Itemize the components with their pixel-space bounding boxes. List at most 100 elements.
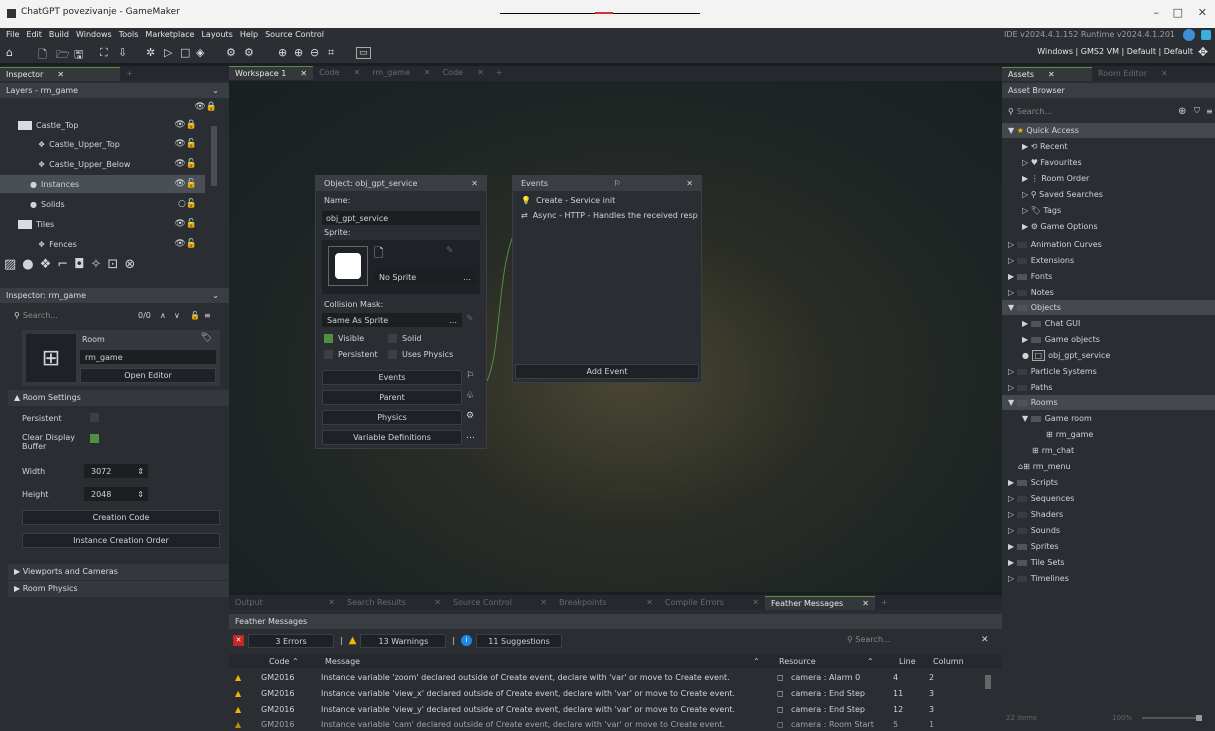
group-tile-sets[interactable]: ▶ Tile Sets (1002, 555, 1215, 570)
event-create[interactable]: 💡 Create - Service init (521, 196, 699, 205)
qa-game-options[interactable]: ▶ ⚙ Game Options (1002, 219, 1215, 234)
height-field[interactable]: 2048 ⇕ (84, 487, 148, 501)
maximize-button[interactable]: □ (1173, 6, 1183, 19)
room-settings-header[interactable]: ▲ Room Settings (8, 390, 229, 406)
asset-rm-menu[interactable]: ⌂ ⊞ rm_menu (1002, 459, 1215, 474)
asset-rm-game[interactable]: ⊞ rm_game (1002, 427, 1215, 442)
close-icon[interactable]: ✕ (300, 69, 307, 78)
tab-breakpoints[interactable]: Breakpoints ✕ (553, 596, 659, 610)
uses-physics-checkbox[interactable]: Uses Physics (388, 350, 453, 359)
zoom-reset-icon[interactable]: ⊕ (294, 46, 303, 59)
more-icon[interactable]: … (449, 316, 457, 325)
asset-rm-chat[interactable]: ⊞ rm_chat (1002, 443, 1215, 458)
zoom-slider[interactable] (1142, 715, 1202, 721)
add-event-button[interactable]: Add Event (515, 364, 699, 379)
edit-sprite-icon[interactable]: ✎ (446, 246, 454, 256)
tab-code-2[interactable]: Code ✕ (437, 66, 490, 80)
menu-layouts[interactable]: Layouts (201, 30, 232, 39)
room-physics-header[interactable]: ▶ Room Physics (8, 581, 229, 597)
qa-recent[interactable]: ▶ ⟲ Recent (1002, 139, 1215, 154)
warnings-filter[interactable]: 13 Warnings (360, 633, 447, 648)
tab-compile-errors[interactable]: Compile Errors ✕ (659, 596, 765, 610)
close-icon[interactable]: ✕ (646, 598, 653, 608)
menu-edit[interactable]: Edit (26, 30, 42, 39)
asset-search[interactable]: ⚲ Search... ⊕ ⛉ ≡ (1008, 104, 1213, 118)
group-particle-systems[interactable]: ▷ Particle Systems (1002, 364, 1215, 379)
close-icon[interactable]: ✕ (471, 179, 478, 188)
clean-icon[interactable]: ◈ (196, 46, 204, 59)
menu-help[interactable]: Help (240, 30, 258, 39)
group-notes[interactable]: ▷ Notes (1002, 285, 1215, 300)
background-layer-icon[interactable]: ▨ (4, 257, 22, 272)
close-button[interactable]: ✕ (1198, 6, 1207, 19)
events-button[interactable]: Events (322, 370, 462, 385)
menu-icon[interactable]: ≡ (1206, 107, 1213, 116)
workspace-icon[interactable]: ▭ (356, 47, 371, 59)
tab-code[interactable]: Code ✕ (313, 66, 366, 80)
new-project-icon[interactable]: 🗋 (38, 46, 47, 65)
close-icon[interactable]: ✕ (328, 598, 335, 608)
table-row[interactable]: ▲ GM2016 Instance variable 'view_x' decl… (229, 686, 1002, 701)
arrow-up-icon[interactable]: ∧ (160, 311, 166, 320)
creation-code-button[interactable]: Creation Code (22, 510, 220, 525)
tab-add[interactable]: + (490, 66, 509, 80)
home-icon[interactable]: ⌂ (6, 46, 13, 59)
group-game-room[interactable]: ▼ Game room (1002, 411, 1215, 426)
tab-assets[interactable]: Assets ✕ (1002, 67, 1092, 81)
close-icon[interactable]: ✕ (354, 68, 361, 78)
more-icon[interactable]: … (463, 273, 471, 282)
group-sprites[interactable]: ▶ Sprites (1002, 539, 1215, 554)
object-name-field[interactable]: obj_gpt_service (322, 211, 480, 225)
import-icon[interactable]: ⇩ (118, 46, 127, 59)
qa-tags[interactable]: ▷ 🏷 Tags (1002, 203, 1215, 218)
layer-instances[interactable]: ● Instances 👁🔓 (0, 175, 205, 193)
close-icon[interactable]: ✕ (57, 70, 64, 79)
layer-visibility-icon[interactable]: 👁🔓 (174, 159, 197, 169)
zoom-slider-handle[interactable] (1196, 715, 1202, 721)
menu-windows[interactable]: Windows (76, 30, 112, 39)
layer-visibility-icon[interactable]: ○🔓 (178, 199, 197, 209)
physics-button[interactable]: Physics (322, 410, 462, 425)
col-column[interactable]: Column (933, 657, 964, 666)
tag-icon[interactable]: 🏷 (201, 333, 212, 343)
open-editor-button[interactable]: Open Editor (80, 368, 216, 383)
layer-visibility-icon[interactable]: 👁🔓 (174, 219, 197, 229)
menu-tools[interactable]: Tools (119, 30, 139, 39)
menu-build[interactable]: Build (49, 30, 69, 39)
layer-visibility-icon[interactable]: 👁🔓 (174, 139, 197, 149)
col-line[interactable]: Line (899, 657, 916, 666)
group-timelines[interactable]: ▷ Timelines (1002, 571, 1215, 586)
quick-access[interactable]: ▼ ★ Quick Access (1002, 123, 1215, 138)
layer-castle-upper-top[interactable]: ❖ Castle_Upper_Top 👁🔓 (0, 135, 205, 153)
group-shaders[interactable]: ▷ Shaders (1002, 507, 1215, 522)
close-icon[interactable]: ✕ (477, 68, 484, 78)
stop-icon[interactable]: □ (180, 46, 190, 59)
group-chat-gui[interactable]: ▶ Chat GUI (1002, 316, 1215, 331)
tab-rm-game[interactable]: rm_game ✕ (366, 66, 436, 80)
close-icon[interactable]: ✕ (1161, 69, 1168, 79)
sprite-preview[interactable] (328, 246, 368, 286)
layer-visibility-icon[interactable]: 👁🔓 (174, 179, 197, 189)
effect-layer-icon[interactable]: ✧ (91, 257, 108, 272)
workspace-canvas[interactable]: Object: obj_gpt_service ✕ Name: obj_gpt_s… (229, 81, 1002, 592)
zoom-out-icon[interactable]: ⊖ (310, 46, 319, 59)
target-icon[interactable]: ✥ (1198, 45, 1208, 59)
table-scrollbar[interactable] (985, 675, 991, 689)
tile-layer-add-icon[interactable]: ❖ (40, 257, 58, 272)
more-icon[interactable]: … (466, 431, 475, 441)
close-icon[interactable]: ✕ (752, 598, 759, 608)
visibility-lock-icon[interactable]: 👁🔒 (194, 102, 217, 112)
menu-icon[interactable]: ≡ (204, 311, 211, 320)
collision-mask-select[interactable]: Same As Sprite… (322, 313, 462, 327)
menu-file[interactable]: File (6, 30, 19, 39)
tab-feather-messages[interactable]: Feather Messages ✕ (765, 596, 875, 610)
layer-fences[interactable]: ❖ Fences 👁🔓 (0, 235, 205, 253)
parent-button[interactable]: Parent (322, 390, 462, 405)
object-node-header[interactable]: Object: obj_gpt_service ✕ (316, 176, 486, 191)
instance-layer-add-icon[interactable]: ● (22, 257, 39, 272)
delete-layer-icon[interactable]: ⊗ (124, 257, 141, 272)
col-message[interactable]: Message (325, 657, 360, 666)
errors-filter[interactable]: 3 Errors (248, 633, 334, 648)
run-icon[interactable]: ▷ (164, 46, 172, 59)
layer-visibility-icon[interactable]: 👁🔓 (174, 239, 197, 249)
